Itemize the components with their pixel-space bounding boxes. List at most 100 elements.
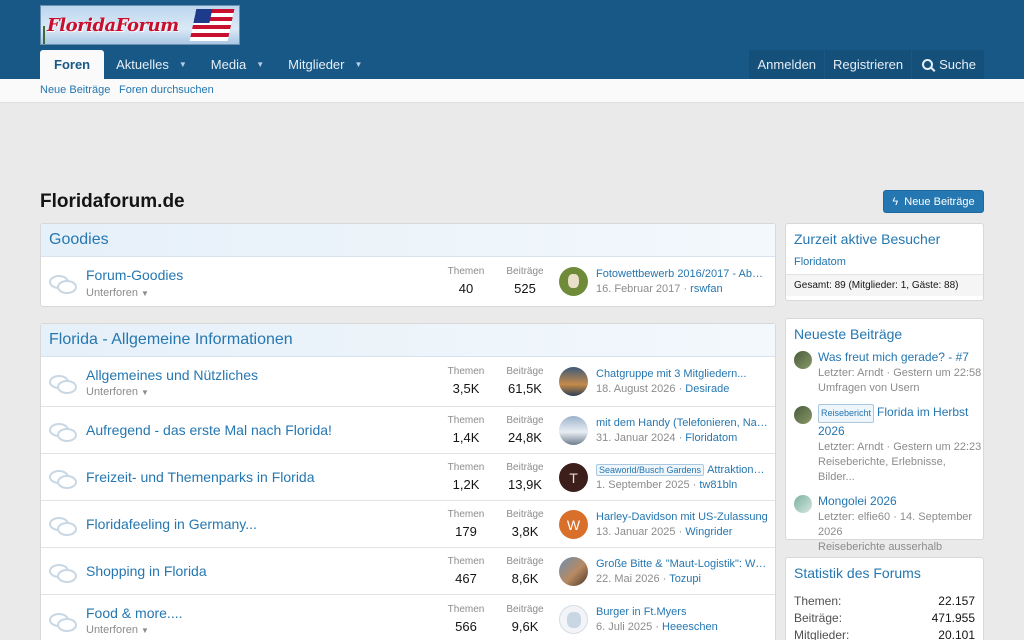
- prefix-badge[interactable]: Seaworld/Busch Gardens: [596, 464, 705, 476]
- themes-stat: Themen 179: [440, 509, 492, 539]
- active-member-link[interactable]: Floridatom: [794, 256, 846, 268]
- latest-post-meta: Letzter: Arndt · Gestern um 22:58: [818, 367, 982, 379]
- widget-title[interactable]: Neueste Beiträge: [786, 319, 983, 349]
- forum-node: Floridafeeling in Germany... Themen 179 B…: [41, 501, 775, 548]
- latest-post-meta: Letzter: elfie60 · 14. September 2026: [818, 511, 973, 538]
- forum-title[interactable]: Freizeit- und Themenparks in Florida: [86, 469, 315, 485]
- stat-value: 22.157: [938, 594, 975, 608]
- last-post-user[interactable]: Heeeschen: [662, 621, 718, 633]
- latest-post-title[interactable]: Reisebericht Florida im Herbst 2026: [818, 404, 983, 440]
- stat-value: 179: [455, 524, 477, 539]
- latest-post-item: Reisebericht Florida im Herbst 2026 Letzt…: [786, 404, 983, 485]
- stat-label: Themen: [447, 509, 485, 520]
- forum-title[interactable]: Forum-Goodies: [86, 267, 183, 283]
- site-logo[interactable]: FloridaForum: [40, 5, 240, 45]
- stat-value: 3,5K: [452, 381, 480, 396]
- latest-post-title[interactable]: Was freut mich gerade? - #7: [818, 349, 983, 366]
- forum-node: Food & more.... Unterforen ▼ Themen 566 B…: [41, 595, 775, 640]
- avatar[interactable]: [559, 367, 588, 396]
- themes-stat: Themen 467: [440, 556, 492, 586]
- stat-value: 40: [458, 281, 474, 296]
- register-button[interactable]: Registrieren: [825, 50, 912, 79]
- posts-stat: Beiträge 61,5K: [499, 366, 551, 396]
- tab-label: Mitglieder: [288, 57, 345, 72]
- last-post-user[interactable]: Tozupi: [669, 573, 701, 585]
- stat-label: Themen: [447, 462, 485, 473]
- last-post-date: 31. Januar 2024: [596, 432, 676, 444]
- latest-post-forum[interactable]: Umfragen von Usern: [818, 381, 983, 396]
- avatar[interactable]: [794, 495, 812, 513]
- tab-mitglieder[interactable]: Mitglieder ▼: [276, 50, 374, 79]
- latest-posts-widget: Neueste Beiträge Was freut mich gerade? …: [785, 318, 984, 568]
- stat-label: Mitglieder:: [794, 628, 850, 640]
- stat-label: Themen: [447, 556, 485, 567]
- sub-nav: Neue Beiträge Foren durchsuchen: [0, 79, 1024, 103]
- forum-bubble-icon: [49, 419, 79, 442]
- active-visitors-widget: Zurzeit aktive Besucher Floridatom Gesam…: [785, 223, 984, 301]
- latest-post-title[interactable]: Mongolei 2026: [818, 493, 983, 510]
- last-post-title[interactable]: Chatgruppe mit 3 Mitgliedern...: [596, 368, 768, 380]
- subforums-toggle[interactable]: Unterforen ▼: [86, 386, 149, 398]
- search-forums-link[interactable]: Foren durchsuchen: [119, 84, 214, 96]
- forum-bubble-icon: [49, 560, 79, 583]
- subforums-toggle[interactable]: Unterforen ▼: [86, 624, 149, 636]
- posts-stat: Beiträge 9,6K: [499, 604, 551, 634]
- stat-row: Mitglieder: 20.101: [786, 627, 983, 640]
- tab-foren[interactable]: Foren: [40, 50, 105, 79]
- avatar[interactable]: W: [559, 510, 588, 539]
- last-post-title[interactable]: mit dem Handy (Telefonieren, Navigation): [596, 417, 768, 429]
- stat-row: Beiträge: 471.955: [786, 610, 983, 627]
- last-post-title[interactable]: Fotowettbewerb 2016/2017 - Abstimmung: [596, 268, 768, 280]
- last-post-title[interactable]: Harley-Davidson mit US-Zulassung: [596, 511, 768, 523]
- avatar[interactable]: [559, 416, 588, 445]
- last-post-user[interactable]: Floridatom: [685, 432, 737, 444]
- search-button[interactable]: Suche: [912, 50, 984, 79]
- last-post-user[interactable]: Desirade: [685, 383, 729, 395]
- tab-aktuelles[interactable]: Aktuelles ▼: [104, 50, 199, 79]
- avatar[interactable]: T: [559, 463, 588, 492]
- forum-title[interactable]: Aufregend - das erste Mal nach Florida!: [86, 422, 332, 438]
- new-posts-button[interactable]: ϟ Neue Beiträge: [883, 190, 984, 213]
- category-title[interactable]: Goodies: [41, 224, 775, 257]
- forum-node: Freizeit- und Themenparks in Florida The…: [41, 454, 775, 501]
- caret-down-icon[interactable]: ▼: [355, 60, 363, 69]
- prefix-badge[interactable]: Reisebericht: [818, 404, 875, 423]
- stat-value: 9,6K: [511, 619, 539, 634]
- category-title[interactable]: Florida - Allgemeine Informationen: [41, 324, 775, 357]
- last-post-user[interactable]: tw81bln: [699, 479, 737, 491]
- last-post-title[interactable]: Seaworld/Busch GardensAttraktionen...: [596, 464, 768, 476]
- site-header: FloridaForum Foren Aktuelles ▼ Media ▼ Mit…: [0, 0, 1024, 79]
- subforums-toggle[interactable]: Unterforen ▼: [86, 287, 149, 299]
- new-posts-link[interactable]: Neue Beiträge: [40, 84, 110, 96]
- last-post-user[interactable]: Wingrider: [685, 526, 732, 538]
- widget-body: Floridatom: [786, 254, 983, 274]
- caret-down-icon[interactable]: ▼: [256, 60, 264, 69]
- latest-post-forum[interactable]: Reiseberichte, Erlebnisse, Bilder...: [818, 455, 983, 485]
- forum-title[interactable]: Shopping in Florida: [86, 563, 207, 579]
- widget-title[interactable]: Zurzeit aktive Besucher: [786, 224, 983, 254]
- avatar[interactable]: [559, 557, 588, 586]
- tab-media[interactable]: Media ▼: [199, 50, 276, 79]
- last-post-title[interactable]: Große Bitte & "Maut-Logistik": Wer...: [596, 558, 768, 570]
- avatar[interactable]: [559, 605, 588, 634]
- widget-title[interactable]: Statistik des Forums: [786, 558, 983, 593]
- avatar[interactable]: [794, 351, 812, 369]
- last-post-date: 22. Mai 2026: [596, 573, 660, 585]
- latest-post-item: Was freut mich gerade? - #7 Letzter: Arn…: [786, 349, 983, 396]
- forum-node: Forum-Goodies Unterforen ▼ Themen 40 Beit…: [41, 257, 775, 306]
- last-post-user[interactable]: rswfan: [690, 283, 722, 295]
- main-nav: Foren Aktuelles ▼ Media ▼ Mitglieder ▼: [40, 50, 374, 79]
- stat-value: 1,4K: [452, 430, 480, 445]
- avatar[interactable]: [559, 267, 588, 296]
- bolt-icon: ϟ: [892, 195, 899, 208]
- login-button[interactable]: Anmelden: [749, 50, 825, 79]
- latest-post-meta: Letzter: Arndt · Gestern um 22:23: [818, 441, 982, 453]
- forum-title[interactable]: Food & more....: [86, 605, 182, 621]
- stat-label: Beiträge:: [794, 611, 843, 625]
- last-post-meta: 6. Juli 2025 · Heeeschen: [596, 621, 718, 633]
- avatar[interactable]: [794, 406, 812, 424]
- last-post-title[interactable]: Burger in Ft.Myers: [596, 606, 768, 618]
- forum-title[interactable]: Allgemeines und Nützliches: [86, 367, 258, 383]
- forum-title[interactable]: Floridafeeling in Germany...: [86, 516, 257, 532]
- caret-down-icon[interactable]: ▼: [179, 60, 187, 69]
